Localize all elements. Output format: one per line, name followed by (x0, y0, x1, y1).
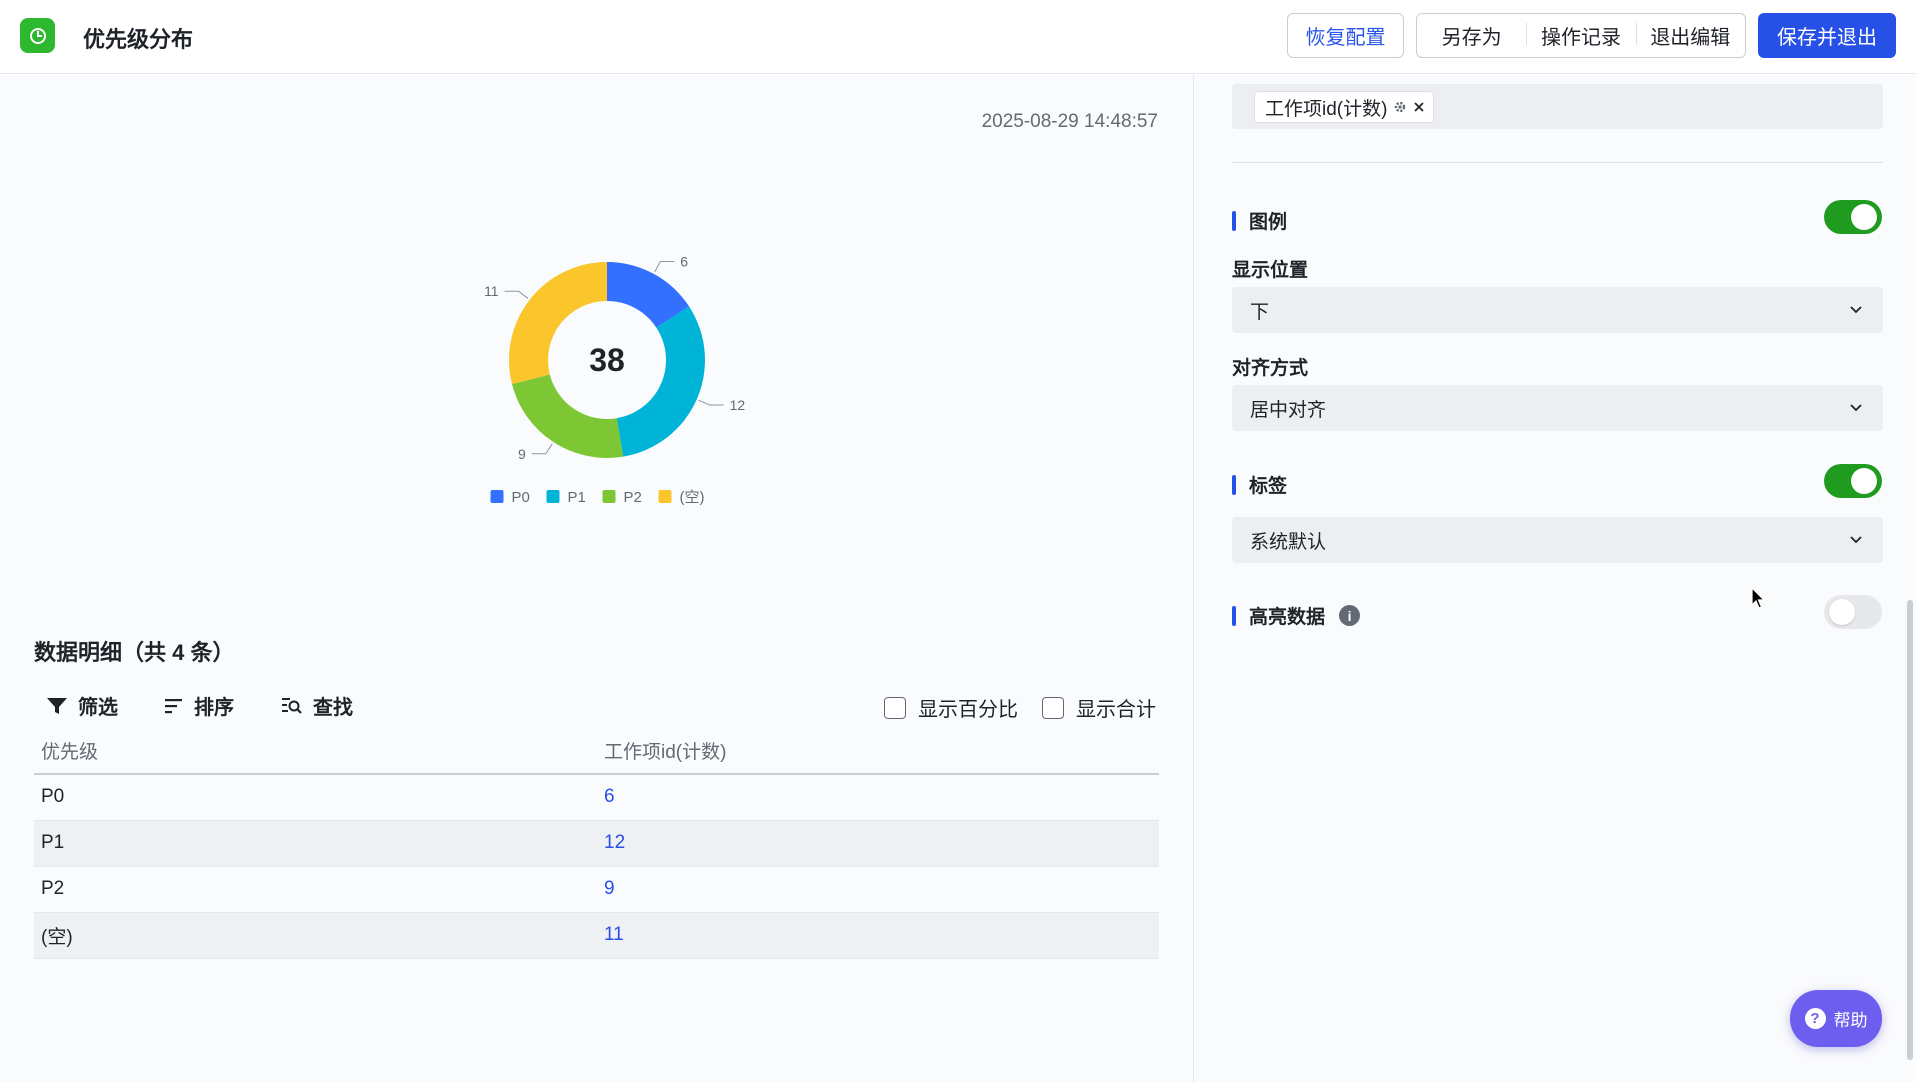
priority-cell: P0 (34, 774, 597, 821)
chevron-down-icon (1850, 536, 1862, 544)
count-cell[interactable]: 9 (597, 866, 1159, 913)
toggle-knob (1851, 468, 1877, 494)
donut-center-total: 38 (589, 342, 625, 378)
show-percent-label: 显示百分比 (918, 699, 1018, 721)
priority-cell: P1 (34, 820, 597, 867)
metric-field-box[interactable]: 工作项id(计数) (1232, 84, 1883, 129)
legend-title-text: 图例 (1249, 212, 1288, 233)
data-table: 优先级 工作项id(计数) P0 6 P1 12 P2 9 (空) 11 (34, 728, 1159, 959)
donut-slice-P1[interactable] (616, 306, 705, 457)
legend-item-label[interactable]: P0 (512, 489, 530, 506)
table-row: P1 12 (34, 820, 1159, 867)
app-logo-icon (20, 18, 55, 53)
priority-cell: (空) (34, 912, 597, 959)
help-label: 帮助 (1833, 1011, 1868, 1030)
checkbox-box[interactable] (884, 696, 906, 719)
label-style-select[interactable]: 系统默认 (1232, 517, 1883, 563)
legend-swatch[interactable] (490, 490, 504, 503)
count-cell[interactable]: 6 (597, 774, 1159, 821)
label-style-value: 系统默认 (1250, 531, 1327, 553)
sort-icon (165, 698, 182, 713)
legend-section-title: 图例 (1232, 207, 1287, 234)
highlight-title-text: 高亮数据 (1249, 607, 1326, 628)
divider (1232, 162, 1883, 163)
question-icon: ? (1804, 1008, 1826, 1029)
chevron-down-icon (1850, 306, 1862, 314)
legend-swatch[interactable] (602, 490, 616, 503)
show-total-checkbox[interactable]: 显示合计 (1042, 693, 1156, 722)
checkbox-box[interactable] (1042, 696, 1064, 719)
legend-align-select[interactable]: 居中对齐 (1232, 385, 1883, 431)
legend-position-value: 下 (1250, 301, 1270, 323)
label-section-title: 标签 (1232, 471, 1287, 498)
table-row: (空) 11 (34, 912, 1159, 959)
data-label-leader-line (531, 443, 553, 455)
data-label-leader-line (654, 260, 675, 273)
data-label: 9 (518, 446, 526, 462)
data-label: 12 (730, 397, 746, 413)
label-title-text: 标签 (1249, 476, 1288, 497)
settings-panel: 工作项id(计数) 图例 显示位置 下 对齐方式 居中对齐 标签 系统默认 高亮… (1194, 75, 1916, 1082)
column-header-priority: 优先级 (34, 728, 597, 775)
priority-cell: P2 (34, 866, 597, 913)
legend-align-label: 对齐方式 (1232, 358, 1309, 379)
data-label: 11 (484, 283, 499, 299)
action-button-group: 另存为 操作记录 退出编辑 (1416, 13, 1746, 58)
table-row: P2 9 (34, 866, 1159, 913)
restore-config-button[interactable]: 恢复配置 (1287, 13, 1404, 58)
donut-chart: 6 12 9 11 38 P0 P1 P2 (空) (430, 210, 790, 590)
metric-tag[interactable]: 工作项id(计数) (1254, 91, 1435, 123)
legend-toggle[interactable] (1824, 200, 1882, 234)
top-bar: 优先级分布 恢复配置 另存为 操作记录 退出编辑 保存并退出 (0, 0, 1916, 74)
legend-swatch[interactable] (658, 490, 672, 503)
show-percent-checkbox[interactable]: 显示百分比 (884, 693, 1018, 722)
section-title: 数据明细（共 4 条） (34, 640, 235, 665)
exit-edit-button[interactable]: 退出编辑 (1635, 21, 1745, 50)
timestamp: 2025-08-29 14:48:57 (981, 111, 1158, 132)
search-icon (282, 697, 302, 714)
data-label-leader-line (504, 290, 529, 299)
filter-icon (47, 697, 67, 714)
help-button[interactable]: ? 帮助 (1790, 990, 1882, 1047)
info-icon[interactable]: i (1339, 605, 1361, 626)
scrollbar[interactable] (1907, 600, 1913, 1060)
table-row: P0 6 (34, 774, 1159, 821)
close-icon[interactable] (1413, 101, 1425, 113)
label-toggle[interactable] (1824, 464, 1882, 498)
column-header-count: 工作项id(计数) (597, 728, 1159, 775)
sort-label: 排序 (194, 697, 234, 719)
history-button[interactable]: 操作记录 (1526, 21, 1635, 50)
legend-position-label: 显示位置 (1232, 260, 1309, 281)
save-and-exit-button[interactable]: 保存并退出 (1758, 13, 1896, 58)
toggle-knob (1829, 599, 1855, 625)
page-title: 优先级分布 (83, 27, 194, 52)
count-cell[interactable]: 12 (597, 820, 1159, 867)
highlight-section-title: 高亮数据 i (1232, 602, 1361, 629)
filter-button[interactable]: 筛选 (46, 691, 118, 720)
chevron-down-icon (1850, 404, 1862, 412)
legend-item-label[interactable]: (空) (680, 489, 705, 506)
metric-tag-label: 工作项id(计数) (1265, 98, 1388, 120)
legend-align-value: 居中对齐 (1250, 399, 1327, 421)
legend-item-label[interactable]: P1 (568, 489, 586, 506)
save-as-button[interactable]: 另存为 (1417, 21, 1526, 50)
legend-item-label[interactable]: P2 (624, 489, 642, 506)
show-total-label: 显示合计 (1076, 699, 1156, 721)
legend-swatch[interactable] (546, 490, 560, 503)
donut-slice-P2[interactable] (511, 374, 624, 458)
search-button[interactable]: 查找 (281, 691, 353, 720)
mouse-cursor-icon (1751, 587, 1766, 609)
data-label-leader-line (698, 399, 724, 406)
filter-label: 筛选 (78, 697, 118, 719)
legend-position-select[interactable]: 下 (1232, 287, 1883, 333)
gear-icon[interactable] (1393, 100, 1407, 114)
data-label: 6 (680, 253, 688, 269)
search-label: 查找 (313, 697, 353, 719)
donut-chart-svg: 6 12 9 11 38 P0 P1 P2 (空) (484, 253, 746, 506)
highlight-toggle[interactable] (1824, 595, 1882, 629)
toggle-knob (1851, 204, 1877, 230)
sort-button[interactable]: 排序 (164, 691, 234, 720)
count-cell[interactable]: 11 (597, 912, 1159, 959)
